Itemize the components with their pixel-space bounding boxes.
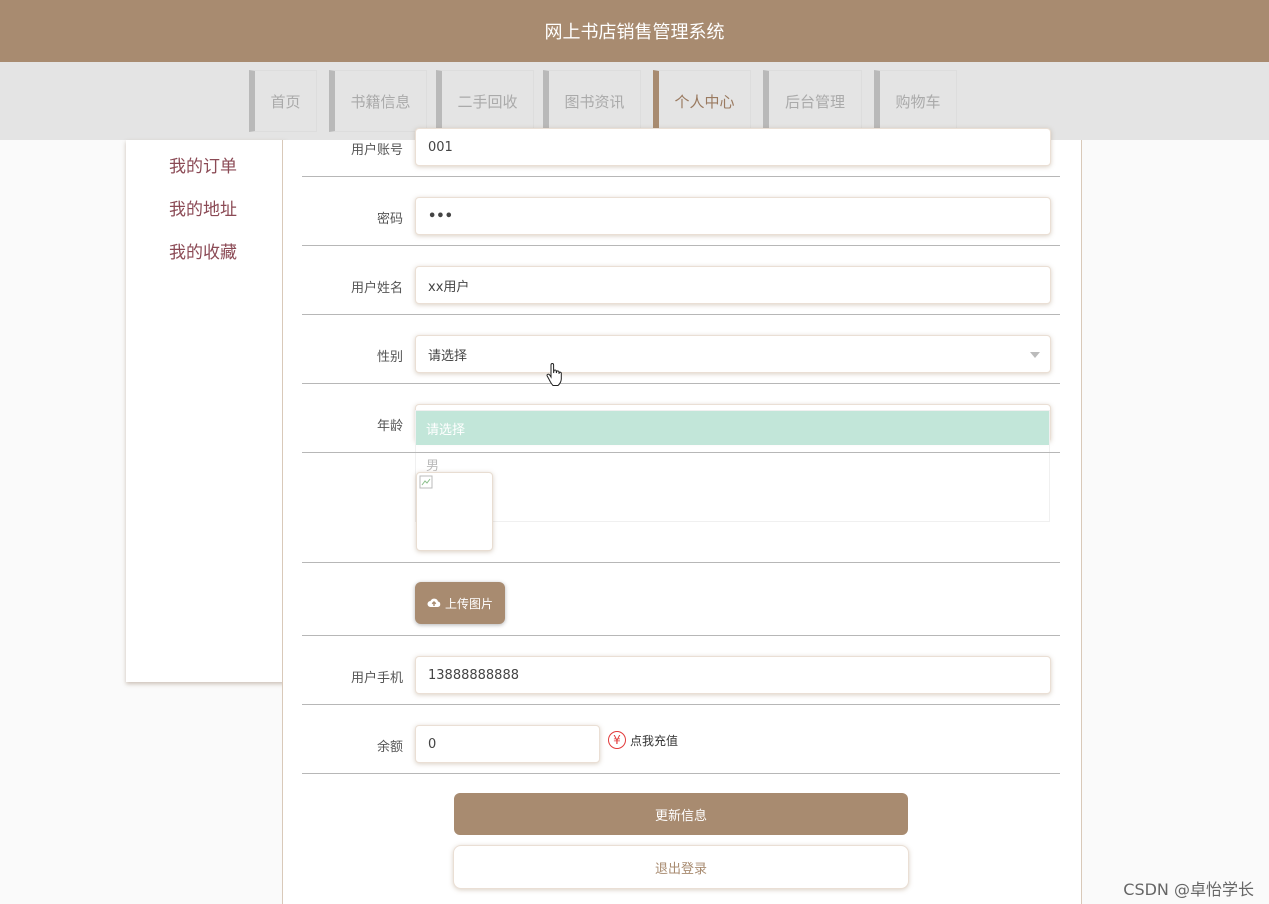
row-divider [302, 773, 1060, 774]
sidebar-item-orders[interactable]: 我的订单 [169, 152, 237, 177]
sidebar-item-favorites[interactable]: 我的收藏 [169, 238, 237, 263]
password-label: 密码 [376, 212, 403, 227]
row-divider [302, 383, 1060, 384]
upload-image-button[interactable]: 上传图片 [415, 582, 505, 624]
yen-icon: ¥ [608, 731, 626, 749]
recharge-label: 点我充值 [630, 733, 679, 748]
broken-image-icon [419, 475, 433, 489]
phone-label: 用户手机 [350, 671, 403, 686]
age-label: 年龄 [376, 419, 403, 434]
account-field[interactable]: 001 [415, 128, 1051, 166]
sidebar-item-address[interactable]: 我的地址 [169, 195, 237, 220]
watermark: CSDN @卓怡学长 [1123, 880, 1254, 899]
sidebar: 我的订单 我的地址 我的收藏 [126, 140, 286, 682]
update-info-button[interactable]: 更新信息 [454, 793, 908, 835]
tab-admin[interactable]: 后台管理 [763, 70, 862, 132]
name-field[interactable]: xx用户 [415, 266, 1051, 304]
logout-button[interactable]: 退出登录 [453, 845, 909, 889]
upload-button-label: 上传图片 [444, 596, 493, 611]
row-divider [302, 704, 1060, 705]
app-header: 网上书店销售管理系统 [0, 0, 1269, 62]
chevron-down-icon [1030, 352, 1040, 358]
gender-label: 性别 [376, 350, 403, 365]
password-field[interactable]: ••• [415, 197, 1051, 235]
tab-cart[interactable]: 购物车 [874, 70, 957, 132]
gender-select-value: 请选择 [428, 348, 468, 364]
row-divider [302, 452, 1060, 453]
hand-cursor-icon [546, 363, 562, 386]
balance-field[interactable]: 0 [415, 725, 600, 763]
tab-secondhand[interactable]: 二手回收 [436, 70, 534, 132]
avatar-preview [416, 472, 493, 551]
recharge-link[interactable]: ¥ 点我充值 [608, 731, 678, 749]
page-title: 网上书店销售管理系统 [544, 22, 725, 43]
cloud-upload-icon [427, 598, 441, 607]
gender-select[interactable]: 请选择 [415, 335, 1051, 373]
tab-home[interactable]: 首页 [249, 70, 317, 132]
profile-form-panel [282, 140, 1082, 904]
account-label: 用户账号 [350, 143, 403, 158]
row-divider [302, 245, 1060, 246]
row-divider [302, 635, 1060, 636]
tab-news[interactable]: 图书资讯 [543, 70, 641, 132]
tab-books[interactable]: 书籍信息 [329, 70, 427, 132]
row-divider [302, 314, 1060, 315]
gender-dropdown: 请选择 男 女 [415, 410, 1050, 522]
phone-field[interactable]: 13888888888 [415, 656, 1051, 694]
row-divider [302, 562, 1060, 563]
name-label: 用户姓名 [350, 281, 403, 296]
row-divider [302, 176, 1060, 177]
tab-personal-center[interactable]: 个人中心 [653, 70, 751, 132]
gender-option-placeholder[interactable]: 请选择 [416, 411, 1049, 445]
balance-label: 余额 [376, 740, 403, 755]
gender-option-female[interactable]: 女 [416, 481, 1049, 515]
